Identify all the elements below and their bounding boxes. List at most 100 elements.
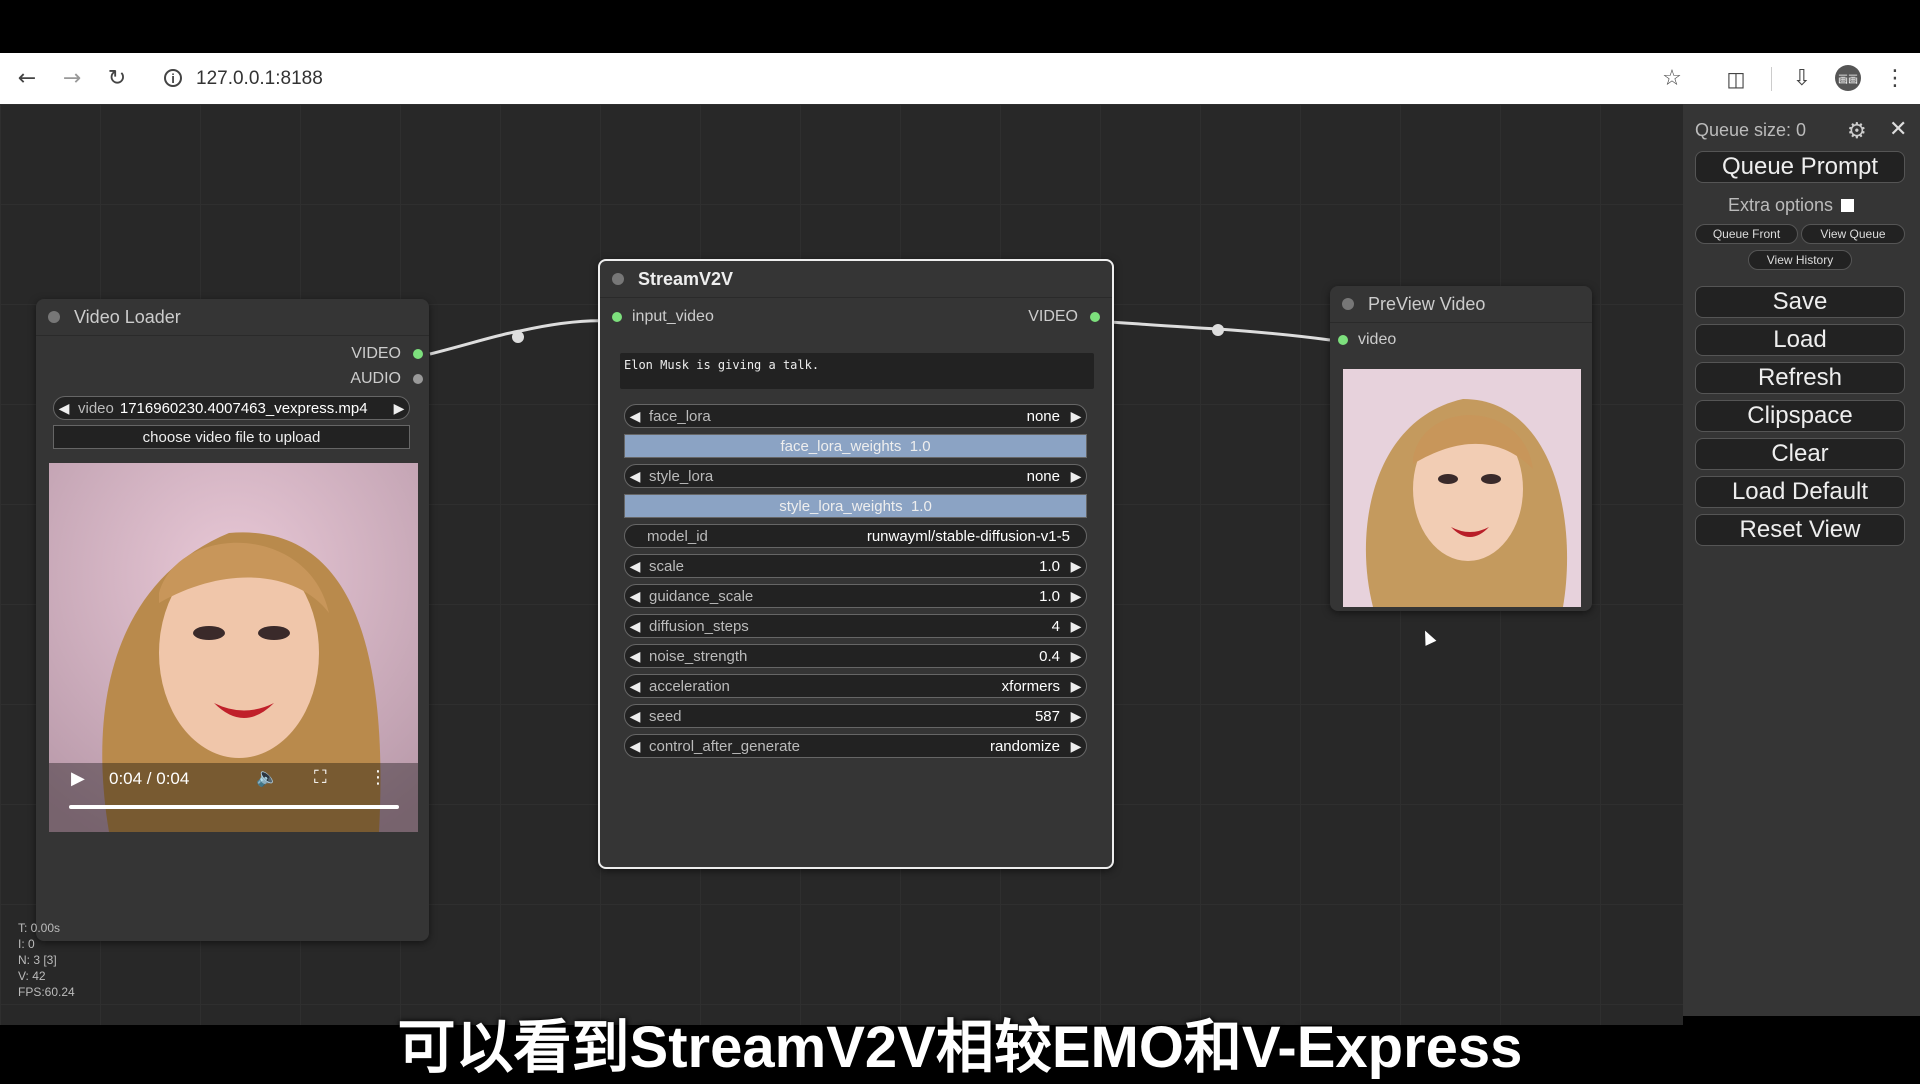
arrow-left-icon[interactable]: ◀ bbox=[625, 708, 645, 725]
video-progress-bar[interactable] bbox=[69, 805, 399, 809]
widget-guidance-scale[interactable]: ◀ guidance_scale 1.0 ▶ bbox=[624, 584, 1087, 608]
upload-button[interactable]: choose video file to upload bbox=[53, 425, 410, 449]
slot-dot[interactable] bbox=[413, 349, 423, 359]
arrow-left-icon[interactable]: ◀ bbox=[625, 468, 645, 485]
widget-seed[interactable]: ◀ seed 587 ▶ bbox=[624, 704, 1087, 728]
refresh-button[interactable]: Refresh bbox=[1695, 362, 1905, 394]
graph-canvas[interactable]: Video Loader VIDEO AUDIO ◀ video 1716960… bbox=[0, 104, 1683, 1025]
widget-style-lora-weights[interactable]: style_lora_weights 1.0 bbox=[624, 494, 1087, 518]
widget-face-lora[interactable]: ◀ face_lora none ▶ bbox=[624, 404, 1087, 428]
video-more-icon[interactable]: ⋮ bbox=[369, 767, 387, 788]
fullscreen-icon[interactable]: ⛶ bbox=[314, 767, 327, 788]
forward-icon[interactable]: → bbox=[52, 53, 92, 104]
load-button[interactable]: Load bbox=[1695, 324, 1905, 356]
arrow-left-icon[interactable]: ◀ bbox=[625, 738, 645, 755]
arrow-right-icon[interactable]: ▶ bbox=[1066, 468, 1086, 485]
widget-value: 1.0 bbox=[1039, 587, 1060, 605]
slot-dot[interactable] bbox=[1090, 312, 1100, 322]
output-slot-video[interactable]: VIDEO bbox=[1028, 308, 1100, 326]
arrow-right-icon[interactable]: ▶ bbox=[1066, 708, 1086, 725]
node-title: Video Loader bbox=[74, 306, 181, 327]
preview-video-frame[interactable] bbox=[1343, 369, 1581, 607]
arrow-left-icon[interactable]: ◀ bbox=[625, 558, 645, 575]
video-loader-node[interactable]: Video Loader VIDEO AUDIO ◀ video 1716960… bbox=[36, 299, 429, 941]
button-label: Refresh bbox=[1757, 364, 1843, 391]
link-midpoint bbox=[512, 331, 524, 343]
output-slot-audio[interactable]: AUDIO bbox=[350, 370, 423, 388]
video-player[interactable]: ▶ 0:04 / 0:04 🔈 ⛶ ⋮ bbox=[49, 463, 418, 832]
download-icon[interactable]: ⇩ bbox=[1782, 53, 1822, 104]
clipspace-button[interactable]: Clipspace bbox=[1695, 400, 1905, 432]
queue-prompt-button[interactable]: Queue Prompt bbox=[1695, 151, 1905, 183]
input-slot-video[interactable]: video bbox=[1338, 331, 1396, 349]
streamv2v-node[interactable]: StreamV2V input_video VIDEO Elon Musk is… bbox=[598, 259, 1114, 869]
profile-avatar[interactable]: 画画 bbox=[1835, 65, 1861, 91]
save-button[interactable]: Save bbox=[1695, 286, 1905, 318]
collapse-dot[interactable] bbox=[1342, 298, 1354, 310]
output-slot-video[interactable]: VIDEO bbox=[351, 345, 423, 363]
close-icon[interactable]: ✕ bbox=[1889, 116, 1907, 142]
arrow-left-icon[interactable]: ◀ bbox=[625, 588, 645, 605]
widget-diffusion-steps[interactable]: ◀ diffusion_steps 4 ▶ bbox=[624, 614, 1087, 638]
view-history-button[interactable]: View History bbox=[1748, 250, 1852, 270]
clear-button[interactable]: Clear bbox=[1695, 438, 1905, 470]
widget-acceleration[interactable]: ◀ acceleration xformers ▶ bbox=[624, 674, 1087, 698]
arrow-right-icon[interactable]: ▶ bbox=[389, 400, 409, 417]
extensions-icon[interactable]: ◫ bbox=[1716, 53, 1756, 104]
toolbar-divider bbox=[1771, 67, 1772, 91]
arrow-left-icon[interactable]: ◀ bbox=[54, 400, 74, 417]
widget-noise-strength[interactable]: ◀ noise_strength 0.4 ▶ bbox=[624, 644, 1087, 668]
collapse-dot[interactable] bbox=[48, 311, 60, 323]
widget-value: 1.0 bbox=[910, 497, 932, 515]
arrow-right-icon[interactable]: ▶ bbox=[1066, 558, 1086, 575]
arrow-left-icon[interactable]: ◀ bbox=[625, 618, 645, 635]
arrow-right-icon[interactable]: ▶ bbox=[1066, 618, 1086, 635]
video-combo-widget[interactable]: ◀ video 1716960230.4007463_vexpress.mp4 … bbox=[53, 396, 410, 420]
node-title-bar[interactable]: StreamV2V bbox=[600, 261, 1112, 298]
arrow-right-icon[interactable]: ▶ bbox=[1066, 588, 1086, 605]
widget-model-id[interactable]: model_id runwayml/stable-diffusion-v1-5 bbox=[624, 524, 1087, 548]
address-bar[interactable]: i 127.0.0.1:8188 bbox=[150, 61, 1680, 96]
gear-icon[interactable]: ⚙ bbox=[1847, 118, 1867, 144]
preview-video-node[interactable]: PreView Video video bbox=[1330, 286, 1592, 611]
site-info-icon[interactable]: i bbox=[164, 69, 182, 87]
slot-dot[interactable] bbox=[413, 374, 423, 384]
arrow-left-icon[interactable]: ◀ bbox=[625, 678, 645, 695]
node-title-bar[interactable]: PreView Video bbox=[1330, 286, 1592, 323]
prompt-textarea[interactable]: Elon Musk is giving a talk. bbox=[620, 353, 1094, 389]
arrow-right-icon[interactable]: ▶ bbox=[1066, 408, 1086, 425]
back-icon[interactable]: ← bbox=[7, 53, 47, 104]
slot-label: input_video bbox=[632, 308, 714, 325]
collapse-dot[interactable] bbox=[612, 273, 624, 285]
queue-front-button[interactable]: Queue Front bbox=[1695, 224, 1798, 244]
slot-dot[interactable] bbox=[1338, 335, 1348, 345]
slot-dot[interactable] bbox=[612, 312, 622, 322]
arrow-right-icon[interactable]: ▶ bbox=[1066, 648, 1086, 665]
arrow-right-icon[interactable]: ▶ bbox=[1066, 678, 1086, 695]
extra-options-checkbox[interactable] bbox=[1841, 199, 1855, 212]
node-title-bar[interactable]: Video Loader bbox=[36, 299, 429, 336]
widget-value: 4 bbox=[1051, 617, 1060, 635]
stat-nodes: N: 3 [3] bbox=[18, 953, 57, 967]
view-queue-button[interactable]: View Queue bbox=[1801, 224, 1905, 244]
reset-view-button[interactable]: Reset View bbox=[1695, 514, 1905, 546]
widget-face-lora-weights[interactable]: face_lora_weights 1.0 bbox=[624, 434, 1087, 458]
arrow-left-icon[interactable]: ◀ bbox=[625, 408, 645, 425]
arrow-left-icon[interactable]: ◀ bbox=[625, 648, 645, 665]
extra-options[interactable]: Extra options bbox=[1728, 195, 1855, 216]
widget-value: 1.0 bbox=[909, 437, 931, 455]
arrow-right-icon[interactable]: ▶ bbox=[1066, 738, 1086, 755]
bookmark-star-icon[interactable]: ☆ bbox=[1652, 53, 1692, 104]
widget-name: model_id bbox=[647, 527, 708, 545]
reload-icon[interactable]: ↻ bbox=[97, 53, 137, 104]
widget-scale[interactable]: ◀ scale 1.0 ▶ bbox=[624, 554, 1087, 578]
widget-style-lora[interactable]: ◀ style_lora none ▶ bbox=[624, 464, 1087, 488]
volume-icon[interactable]: 🔈 bbox=[256, 767, 278, 788]
input-slot-input-video[interactable]: input_video bbox=[612, 308, 714, 326]
button-label: View Queue bbox=[1820, 227, 1886, 241]
widget-control-after-generate[interactable]: ◀ control_after_generate randomize ▶ bbox=[624, 734, 1087, 758]
load-default-button[interactable]: Load Default bbox=[1695, 476, 1905, 508]
widget-value: runwayml/stable-diffusion-v1-5 bbox=[866, 527, 1070, 545]
browser-menu-icon[interactable]: ⋮ bbox=[1875, 53, 1915, 104]
play-icon[interactable]: ▶ bbox=[71, 768, 85, 789]
